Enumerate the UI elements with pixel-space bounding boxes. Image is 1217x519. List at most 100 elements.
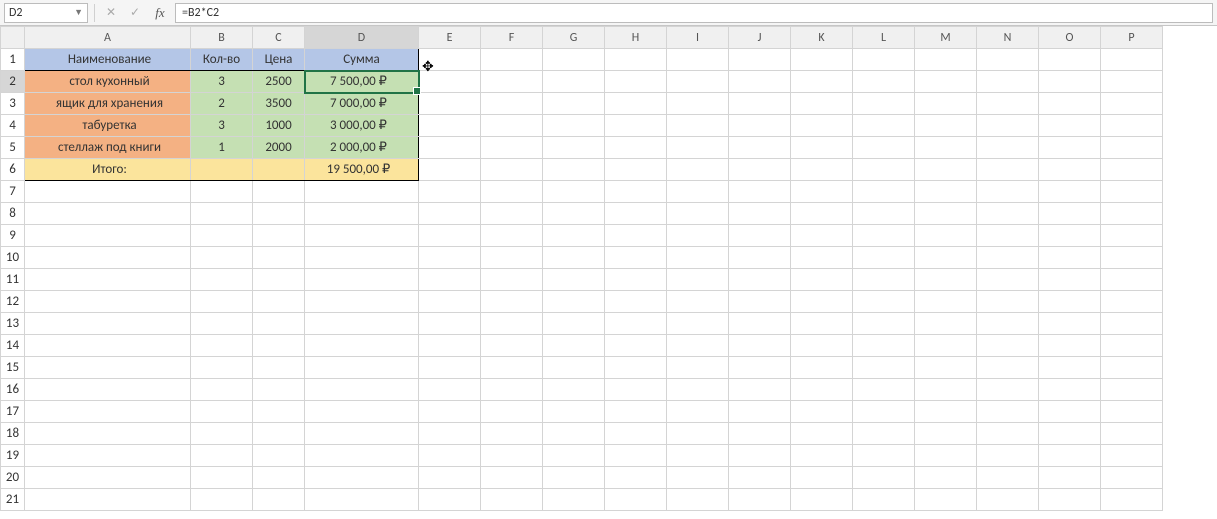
cell[interactable] bbox=[605, 269, 667, 291]
cell[interactable] bbox=[1101, 423, 1163, 445]
cell[interactable] bbox=[305, 489, 419, 511]
col-header-I[interactable]: I bbox=[667, 27, 729, 49]
cell[interactable] bbox=[791, 357, 853, 379]
cell[interactable] bbox=[791, 115, 853, 137]
cell[interactable] bbox=[853, 159, 915, 181]
fx-icon[interactable]: fx bbox=[149, 3, 171, 23]
col-header-O[interactable]: O bbox=[1039, 27, 1101, 49]
cell[interactable] bbox=[1039, 159, 1101, 181]
cell[interactable] bbox=[605, 225, 667, 247]
cell[interactable] bbox=[25, 291, 191, 313]
cell[interactable] bbox=[543, 467, 605, 489]
cell[interactable] bbox=[253, 313, 305, 335]
cell[interactable] bbox=[1101, 379, 1163, 401]
cell[interactable] bbox=[481, 467, 543, 489]
cell[interactable] bbox=[305, 467, 419, 489]
cell[interactable] bbox=[25, 335, 191, 357]
cell[interactable] bbox=[853, 313, 915, 335]
cell[interactable] bbox=[729, 137, 791, 159]
row-header-11[interactable]: 11 bbox=[1, 269, 25, 291]
cell[interactable] bbox=[667, 357, 729, 379]
cell[interactable] bbox=[305, 423, 419, 445]
cell[interactable] bbox=[481, 291, 543, 313]
cell[interactable] bbox=[667, 159, 729, 181]
dropdown-icon[interactable]: ▼ bbox=[74, 7, 83, 18]
cell[interactable] bbox=[419, 401, 481, 423]
cell[interactable] bbox=[729, 335, 791, 357]
cell[interactable] bbox=[977, 335, 1039, 357]
cell[interactable] bbox=[481, 357, 543, 379]
row-header-18[interactable]: 18 bbox=[1, 423, 25, 445]
cell[interactable] bbox=[667, 423, 729, 445]
cell[interactable] bbox=[305, 335, 419, 357]
cell[interactable] bbox=[1039, 71, 1101, 93]
cell[interactable] bbox=[729, 225, 791, 247]
cell[interactable] bbox=[729, 269, 791, 291]
cell-A6[interactable]: Итого: bbox=[25, 159, 191, 181]
cell[interactable] bbox=[543, 203, 605, 225]
cell[interactable] bbox=[1101, 313, 1163, 335]
cell[interactable] bbox=[977, 357, 1039, 379]
cell[interactable] bbox=[1101, 93, 1163, 115]
cell[interactable] bbox=[481, 445, 543, 467]
cell[interactable] bbox=[915, 379, 977, 401]
cell[interactable] bbox=[543, 225, 605, 247]
cell[interactable] bbox=[977, 225, 1039, 247]
cell[interactable] bbox=[1101, 181, 1163, 203]
cell[interactable] bbox=[191, 203, 253, 225]
name-box[interactable]: D2 ▼ bbox=[4, 3, 88, 23]
cell[interactable] bbox=[977, 181, 1039, 203]
cell[interactable] bbox=[915, 49, 977, 71]
cell[interactable] bbox=[419, 137, 481, 159]
cell[interactable] bbox=[419, 247, 481, 269]
cell[interactable] bbox=[791, 49, 853, 71]
cell[interactable] bbox=[191, 247, 253, 269]
cell[interactable] bbox=[791, 269, 853, 291]
cell[interactable] bbox=[1101, 335, 1163, 357]
cell[interactable] bbox=[605, 181, 667, 203]
cell-C3[interactable]: 3500 bbox=[253, 93, 305, 115]
cell[interactable] bbox=[667, 247, 729, 269]
cell[interactable] bbox=[977, 401, 1039, 423]
cell-B6[interactable] bbox=[191, 159, 253, 181]
cell[interactable] bbox=[977, 49, 1039, 71]
worksheet-grid[interactable]: A B C D E F G H I J K L M N O P 1Наимено… bbox=[0, 26, 1217, 511]
cell[interactable] bbox=[729, 71, 791, 93]
cell[interactable] bbox=[419, 357, 481, 379]
cell[interactable] bbox=[191, 225, 253, 247]
cell[interactable] bbox=[253, 467, 305, 489]
cell[interactable] bbox=[253, 335, 305, 357]
cell[interactable] bbox=[543, 357, 605, 379]
cell[interactable] bbox=[791, 379, 853, 401]
cell[interactable] bbox=[915, 291, 977, 313]
cell[interactable] bbox=[253, 423, 305, 445]
cell[interactable] bbox=[419, 225, 481, 247]
formula-input[interactable]: =B2*C2 bbox=[175, 3, 1213, 23]
cell[interactable] bbox=[305, 445, 419, 467]
cell[interactable] bbox=[853, 181, 915, 203]
cell[interactable] bbox=[915, 247, 977, 269]
cell[interactable] bbox=[915, 335, 977, 357]
cell[interactable] bbox=[543, 489, 605, 511]
cell[interactable] bbox=[191, 401, 253, 423]
cell[interactable] bbox=[481, 203, 543, 225]
cell[interactable] bbox=[667, 203, 729, 225]
cell[interactable] bbox=[605, 159, 667, 181]
cell[interactable] bbox=[305, 203, 419, 225]
cell[interactable] bbox=[605, 203, 667, 225]
cell-A1[interactable]: Наименование bbox=[25, 49, 191, 71]
cell[interactable] bbox=[1101, 269, 1163, 291]
cell-D2[interactable]: 7 500,00 ₽ bbox=[305, 71, 419, 93]
cell[interactable] bbox=[481, 489, 543, 511]
cell[interactable] bbox=[419, 379, 481, 401]
cell[interactable] bbox=[915, 401, 977, 423]
cell[interactable] bbox=[853, 225, 915, 247]
cell[interactable] bbox=[915, 225, 977, 247]
cell[interactable] bbox=[1039, 115, 1101, 137]
cell[interactable] bbox=[605, 137, 667, 159]
cell[interactable] bbox=[481, 269, 543, 291]
row-header-7[interactable]: 7 bbox=[1, 181, 25, 203]
cell[interactable] bbox=[915, 313, 977, 335]
cell[interactable] bbox=[605, 247, 667, 269]
cell[interactable] bbox=[729, 423, 791, 445]
